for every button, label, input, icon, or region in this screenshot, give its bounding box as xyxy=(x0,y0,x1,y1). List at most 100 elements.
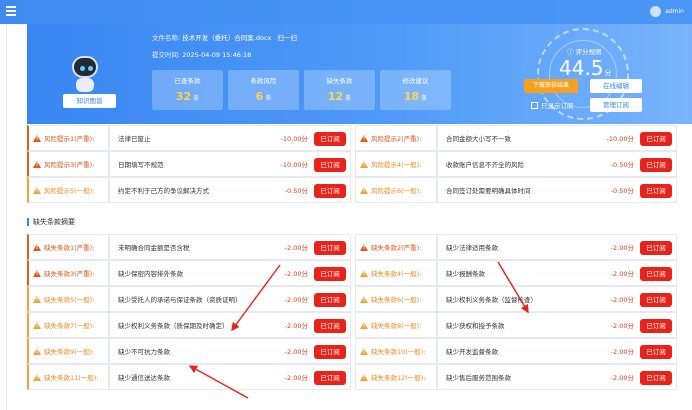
subscribed-button[interactable]: 已订阅 xyxy=(640,241,672,255)
missing-label: 缺失条款11(一般): xyxy=(27,364,109,390)
score-rules-link[interactable]: ⓘ 评分规则 xyxy=(567,46,602,56)
missing-description: 缺少售后服务范围条款 -2.00分 已订阅 xyxy=(437,364,677,390)
warning-icon xyxy=(360,347,368,355)
risk-label: 风险提示4(一般): xyxy=(355,151,437,177)
risk-score: -0.50分 xyxy=(284,187,308,195)
missing-description: 缺少报酬条款 -2.00分 已订阅 xyxy=(437,260,677,286)
missing-description: 缺少受托人的承诺与保证条款（资质证明） -2.00分 已订阅 xyxy=(109,286,351,312)
subscribed-button[interactable]: 已订阅 xyxy=(314,158,346,172)
subscribed-button[interactable]: 已订阅 xyxy=(314,267,346,281)
risk-label: 风险提示6(一般): xyxy=(355,177,437,203)
subscribed-button[interactable]: 已订阅 xyxy=(640,132,672,146)
warning-icon xyxy=(33,321,41,329)
avatar[interactable] xyxy=(650,6,662,17)
missing-label: 缺失条款2(严重): xyxy=(355,234,437,260)
missing-label: 缺失条款12(一般): xyxy=(355,364,437,390)
subscribed-button[interactable]: 已订阅 xyxy=(314,241,346,255)
subscribed-button[interactable]: 已订阅 xyxy=(640,345,672,359)
subscribed-button[interactable]: 已订阅 xyxy=(314,319,346,333)
missing-score: -2.00分 xyxy=(610,270,634,278)
table-row: 缺失条款9(一般): 缺少不可抗力条款-2.00分已订阅 缺失条款10(一般):… xyxy=(27,338,677,364)
missing-description: 缺少权利义务条款（监督检查） -2.00分 已订阅 xyxy=(437,286,677,312)
stat-value: 18 xyxy=(403,90,420,103)
online-edit-button[interactable]: 在线编辑 xyxy=(590,79,642,93)
missing-score: -2.00分 xyxy=(284,348,308,356)
user-name: admin xyxy=(665,8,684,15)
file-info: 文件名称: 技术开发（委托）合同案.docx 扫一扫 xyxy=(152,32,297,42)
warning-icon xyxy=(360,321,368,329)
risk-label: 风险提示2(严重): xyxy=(355,125,437,151)
subscribed-button[interactable]: 已订阅 xyxy=(314,371,346,385)
subscribed-button[interactable]: 已订阅 xyxy=(640,293,672,307)
subscribed-button[interactable]: 已订阅 xyxy=(640,319,672,333)
table-row: 缺失条款7(一般): 缺少权利义务条款（质保期及时确定）-2.00分已订阅 缺失… xyxy=(27,312,677,338)
warning-icon xyxy=(33,269,41,277)
scan-link[interactable]: 扫一扫 xyxy=(277,34,297,42)
warning-icon xyxy=(360,373,368,381)
subscribed-button[interactable]: 已订阅 xyxy=(640,184,672,198)
risk-label: 风险提示3(严重): xyxy=(27,151,109,177)
missing-description: 缺少获权和授予条款 -2.00分 已订阅 xyxy=(437,312,677,338)
missing-description: 缺少权利义务条款（质保期及时确定） -2.00分 已订阅 xyxy=(109,312,351,338)
missing-label: 缺失条款5(一般): xyxy=(27,286,109,312)
risk-score: -10.00分 xyxy=(280,135,308,143)
table-row: 缺失条款11(一般): 缺少通信送达条款-2.00分已订阅 缺失条款12(一般)… xyxy=(27,364,677,390)
missing-label: 缺失条款8(一般): xyxy=(355,312,437,338)
warning-icon xyxy=(360,160,368,168)
subscribed-button[interactable]: 已订阅 xyxy=(314,293,346,307)
missing-score: -2.00分 xyxy=(610,348,634,356)
missing-label: 缺失条款6(一般): xyxy=(355,286,437,312)
sidebar xyxy=(0,24,7,410)
time-label: 提交时间: xyxy=(152,51,181,59)
table-row: 风险提示5(一般): 约定不利于己方的争议解决方式-0.50分已订阅 风险提示6… xyxy=(27,177,677,203)
missing-label: 缺失条款9(一般): xyxy=(27,338,109,364)
table-row: 缺失条款5(一般): 缺少受托人的承诺与保证条款（资质证明）-2.00分已订阅 … xyxy=(27,286,677,312)
stats-row: 已查条款 32 条 条款风险 6条 缺失条款 12 条 修改建议 18 条 xyxy=(152,70,451,110)
warning-icon xyxy=(33,186,41,194)
warning-icon xyxy=(360,134,368,142)
robot-icon xyxy=(69,56,101,94)
subscribed-button[interactable]: 已订阅 xyxy=(314,132,346,146)
missing-score: -2.00分 xyxy=(284,270,308,278)
missing-score: -2.00分 xyxy=(610,244,634,252)
only-subscribed-checkbox[interactable]: 只显示订阅 xyxy=(531,100,574,110)
subscribed-button[interactable]: 已订阅 xyxy=(314,345,346,359)
user-menu[interactable]: admin xyxy=(650,6,684,17)
risk-score: -0.50分 xyxy=(610,161,634,169)
subscribed-button[interactable]: 已订阅 xyxy=(640,267,672,281)
missing-score: -2.00分 xyxy=(284,296,308,304)
subscribed-button[interactable]: 已订阅 xyxy=(314,184,346,198)
stat-suggestions: 修改建议 18 条 xyxy=(380,70,451,110)
risk-description: 合同签订处需要明确具体时间 -0.50分 已订阅 xyxy=(437,177,677,203)
stat-unit: 条 xyxy=(421,95,428,102)
warning-icon xyxy=(33,373,41,381)
menu-icon[interactable] xyxy=(6,6,16,16)
missing-description: 未明确合同金额是否含税 -2.00分 已订阅 xyxy=(109,234,351,260)
subscribed-button[interactable]: 已订阅 xyxy=(640,158,672,172)
checkbox-label: 只显示订阅 xyxy=(541,102,574,110)
subscribed-button[interactable]: 已订阅 xyxy=(640,371,672,385)
missing-score: -2.00分 xyxy=(610,374,634,382)
table-row: 缺失条款3(严重): 缺少保密内容排外条款-2.00分已订阅 缺失条款4(一般)… xyxy=(27,260,677,286)
risk-score: -10.00分 xyxy=(606,135,634,143)
stat-value: 6 xyxy=(255,90,264,103)
stat-label: 已查条款 xyxy=(174,77,201,85)
warning-icon xyxy=(33,160,41,168)
risk-score: -10.00分 xyxy=(280,161,308,169)
submit-time: 提交时间: 2025-04-09 15:46:18 xyxy=(152,49,251,59)
checkbox-icon[interactable] xyxy=(531,101,538,109)
file-name: 技术开发（委托）合同案.docx xyxy=(182,34,272,42)
missing-description: 缺少不可抗力条款 -2.00分 已订阅 xyxy=(109,338,351,364)
stat-label: 缺失条款 xyxy=(326,77,353,85)
risk-description: 法律已废止 -10.00分 已订阅 xyxy=(109,125,351,151)
manage-subscribe-button[interactable]: 管理订阅 xyxy=(590,98,642,112)
stat-label: 条款风险 xyxy=(250,77,277,85)
download-result-button[interactable]: 下载审核结果 xyxy=(524,79,578,93)
table-row: 风险提示1(严重): 法律已废止-10.00分已订阅 风险提示2(严重): 合同… xyxy=(27,125,677,151)
knowledge-graph-button[interactable]: 知识图谱 xyxy=(63,94,116,108)
file-label: 文件名称: xyxy=(152,34,181,42)
stat-unit: 条 xyxy=(345,95,352,102)
risk-score: -0.50分 xyxy=(610,187,634,195)
stat-checked: 已查条款 32 条 xyxy=(152,70,223,110)
stat-value: 32 xyxy=(175,90,192,103)
